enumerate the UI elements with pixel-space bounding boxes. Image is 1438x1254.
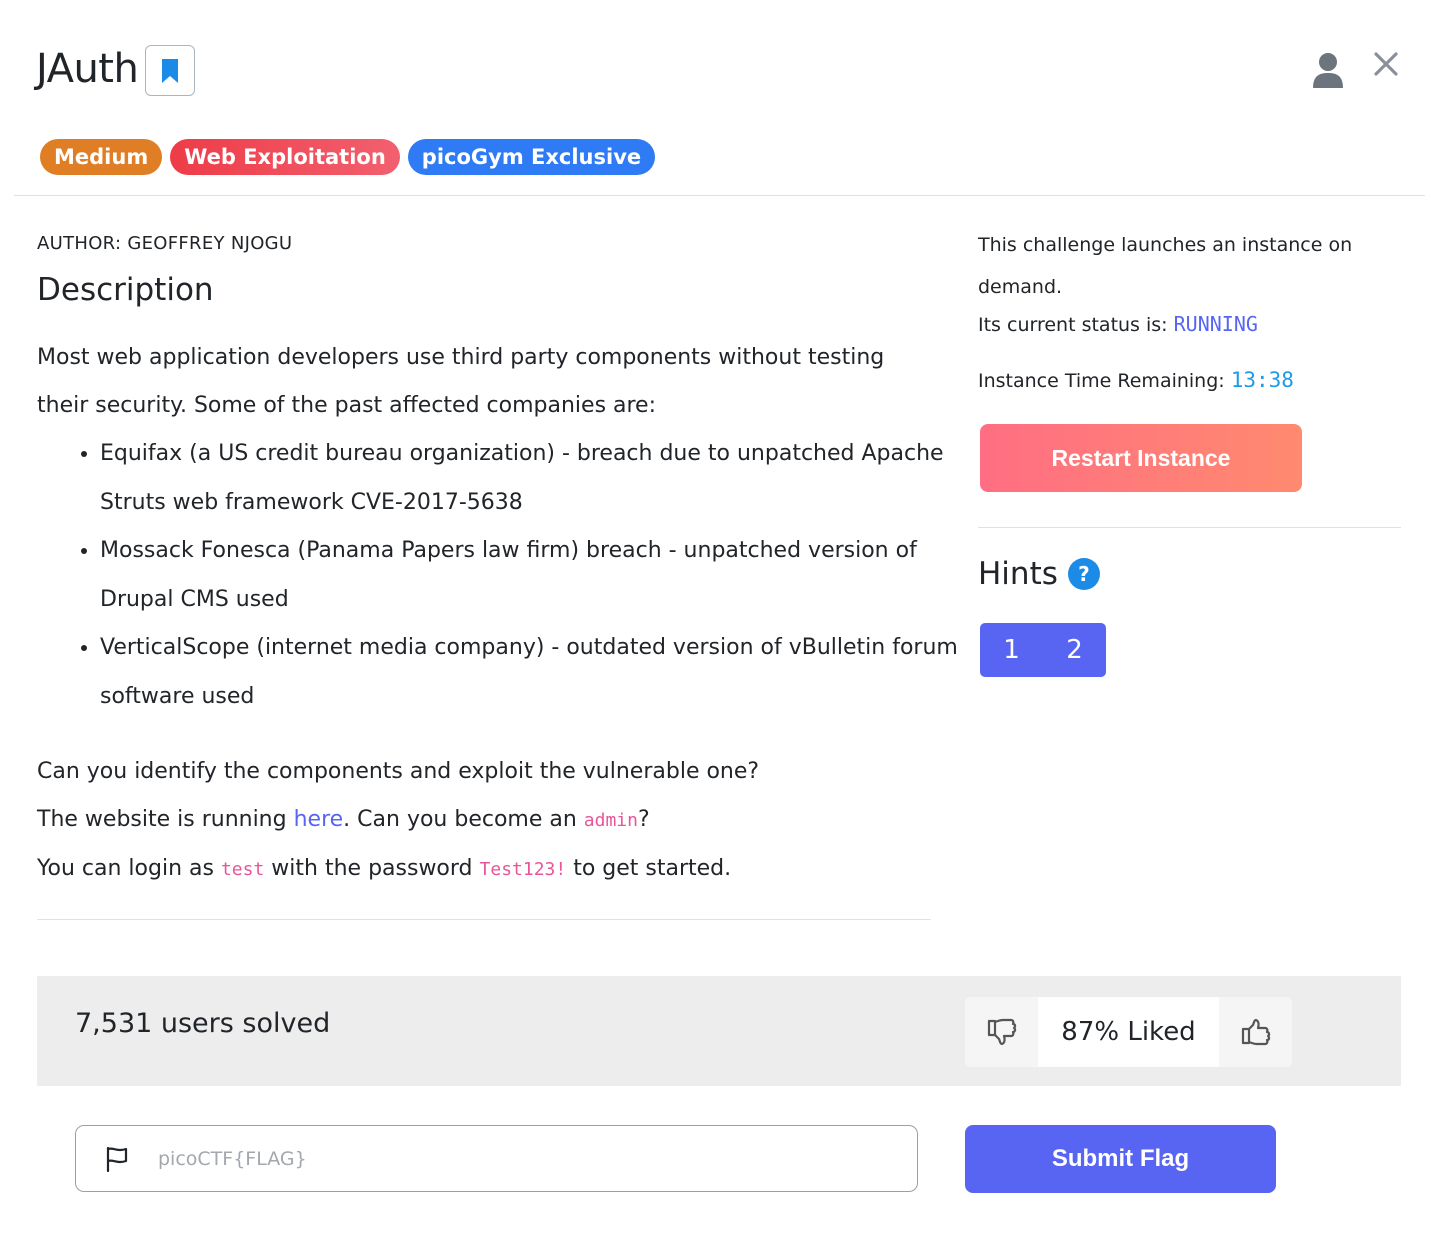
bookmark-button[interactable] xyxy=(145,45,195,96)
instance-link[interactable]: here xyxy=(294,807,344,832)
running-line: The website is running here. Can you bec… xyxy=(37,807,650,832)
bookmark-icon xyxy=(162,58,178,83)
tag-badges: Medium Web Exploitation picoGym Exclusiv… xyxy=(40,139,656,175)
list-item: Mossack Fonesca (Panama Papers law firm)… xyxy=(100,527,990,624)
liked-percentage: 87% Liked xyxy=(1038,997,1219,1067)
description-divider xyxy=(37,919,931,920)
rating-group: 87% Liked xyxy=(965,997,1292,1067)
hint-buttons: 1 2 xyxy=(980,623,1106,677)
time-value: 13:38 xyxy=(1230,368,1294,392)
thumbs-down-button[interactable] xyxy=(965,997,1038,1067)
exclusive-badge: picoGym Exclusive xyxy=(407,139,656,175)
admin-code: admin xyxy=(583,810,638,831)
header-divider xyxy=(14,195,1425,196)
flag-icon xyxy=(106,1146,128,1172)
flag-input[interactable] xyxy=(156,1146,860,1171)
list-item: VerticalScope (internet media company) -… xyxy=(100,624,990,721)
flag-input-wrapper xyxy=(75,1125,918,1192)
thumbs-up-button[interactable] xyxy=(1219,997,1292,1067)
submit-flag-button[interactable]: Submit Flag xyxy=(965,1125,1276,1193)
hint-button-2[interactable]: 2 xyxy=(1043,623,1106,677)
instance-info: This challenge launches an instance on d… xyxy=(978,234,1353,298)
list-item: Equifax (a US credit bureau organization… xyxy=(100,430,990,527)
solved-count: 7,531 users solved xyxy=(75,1008,331,1039)
affected-companies-list: Equifax (a US credit bureau organization… xyxy=(60,430,990,721)
instance-timer: Instance Time Remaining: 13:38 xyxy=(978,368,1294,392)
thumbs-down-icon xyxy=(987,1018,1016,1046)
category-badge: Web Exploitation xyxy=(170,139,400,175)
instance-divider xyxy=(978,527,1401,528)
status-value: RUNNING xyxy=(1173,312,1258,336)
description-intro: Most web application developers use thir… xyxy=(37,345,885,418)
instance-status: Its current status is: RUNNING xyxy=(978,312,1258,336)
description-heading: Description xyxy=(37,272,214,308)
restart-instance-button[interactable]: Restart Instance xyxy=(980,424,1302,492)
hints-heading: Hints ? xyxy=(978,556,1100,592)
help-icon[interactable]: ? xyxy=(1067,558,1100,590)
challenge-question-block: Can you identify the components and expl… xyxy=(37,748,937,894)
username-code: test xyxy=(220,859,265,880)
author-label: AUTHOR: GEOFFREY NJOGU xyxy=(37,233,293,254)
thumbs-up-icon xyxy=(1241,1018,1270,1046)
hint-button-1[interactable]: 1 xyxy=(980,623,1043,677)
user-icon[interactable] xyxy=(1311,52,1345,88)
close-icon[interactable] xyxy=(1372,50,1400,78)
login-line: You can login as test with the password … xyxy=(37,856,732,881)
password-code: Test123! xyxy=(479,859,567,880)
challenge-title: JAuth xyxy=(36,46,139,92)
difficulty-badge: Medium xyxy=(40,139,163,175)
question-text: Can you identify the components and expl… xyxy=(37,759,760,784)
